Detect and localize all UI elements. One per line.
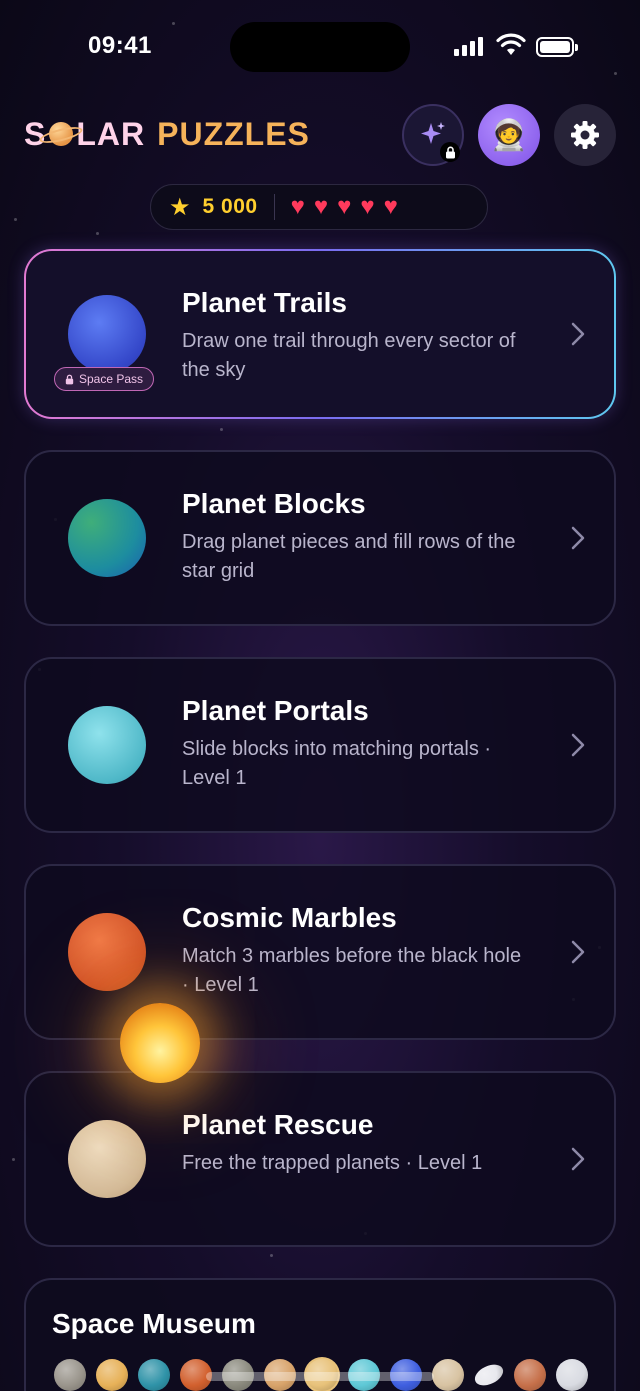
logo-word-puzzles: PUZZLES: [157, 115, 310, 152]
space-pass-badge: Space Pass: [54, 367, 155, 391]
settings-button[interactable]: [554, 104, 616, 166]
museum-planet-icon[interactable]: [54, 1359, 86, 1391]
divider: [273, 194, 275, 220]
sun-glow-icon: [120, 1003, 200, 1083]
game-title: Planet Portals: [182, 695, 369, 726]
lock-icon: [65, 374, 74, 384]
museum-planet-icon[interactable]: [138, 1359, 170, 1391]
star-icon: ★: [169, 193, 191, 221]
planet-cyan-icon: [68, 706, 146, 784]
planet-beige-icon: [68, 1120, 146, 1198]
wifi-icon: [496, 33, 526, 55]
museum-planet-icon[interactable]: [556, 1359, 588, 1391]
chevron-right-icon: [571, 733, 585, 757]
game-description: Match 3 marbles before the black hole · …: [182, 945, 522, 996]
sparkle-button[interactable]: [402, 104, 464, 166]
game-card-cosmic-marbles[interactable]: Cosmic Marbles Match 3 marbles before th…: [24, 864, 616, 1040]
logo-word-solar: LAR: [76, 115, 146, 152]
lives-hearts: ♥ ♥ ♥ ♥ ♥: [291, 195, 398, 219]
chevron-right-icon: [571, 526, 585, 550]
game-card-planet-portals[interactable]: Planet Portals Slide blocks into matchin…: [24, 657, 616, 833]
chevron-right-icon: [571, 940, 585, 964]
home-indicator[interactable]: [206, 1372, 434, 1381]
heart-icon: ♥: [290, 193, 305, 220]
status-bar: 09:41: [0, 0, 640, 90]
heart-icon: ♥: [360, 193, 375, 220]
game-title: Planet Trails: [182, 287, 347, 318]
museum-title: Space Museum: [52, 1308, 256, 1339]
museum-planet-icon[interactable]: [514, 1359, 546, 1391]
planet-blue-icon: [68, 295, 146, 373]
game-description: Free the trapped planets · Level 1: [182, 1152, 483, 1174]
badge-label: Space Pass: [79, 372, 144, 386]
astronaut-avatar: 🧑‍🚀: [490, 118, 528, 152]
museum-planet-icon[interactable]: [432, 1359, 464, 1391]
planet-green-icon: [68, 499, 146, 577]
profile-avatar-button[interactable]: 🧑‍🚀: [478, 104, 540, 166]
game-title: Planet Blocks: [182, 488, 366, 519]
signal-icon: [454, 36, 483, 56]
heart-icon: ♥: [337, 193, 352, 220]
dynamic-island: [230, 22, 410, 72]
heart-icon: ♥: [383, 193, 398, 220]
status-time: 09:41: [88, 32, 152, 59]
game-description: Draw one trail through every sector of t…: [182, 330, 516, 381]
heart-icon: ♥: [313, 193, 329, 220]
gear-icon: [571, 121, 599, 149]
game-card-planet-rescue[interactable]: Planet Rescue Free the trapped planets ·…: [24, 1071, 616, 1247]
museum-planet-icon[interactable]: [96, 1359, 128, 1391]
lock-icon: [440, 142, 460, 162]
stats-bar: ★ 5 000 ♥ ♥ ♥ ♥ ♥: [150, 184, 488, 230]
chevron-right-icon: [571, 1147, 585, 1171]
game-title: Planet Rescue: [182, 1109, 374, 1140]
game-card-planet-trails[interactable]: Space Pass Planet Trails Draw one trail …: [24, 249, 616, 419]
museum-planet-icon[interactable]: [471, 1360, 507, 1390]
coins-count: 5 000: [202, 195, 258, 218]
logo-letter: S: [24, 115, 47, 152]
game-title: Cosmic Marbles: [182, 902, 397, 933]
game-description: Slide blocks into matching portals · Lev…: [182, 738, 492, 789]
saturn-logo-icon: [38, 120, 85, 148]
game-description: Drag planet pieces and fill rows of the …: [182, 531, 516, 582]
planet-red-icon: [68, 913, 146, 991]
app-logo: S LAR PUZZLES: [24, 112, 310, 156]
battery-icon: [536, 37, 578, 57]
chevron-right-icon: [571, 322, 585, 346]
game-card-planet-blocks[interactable]: Planet Blocks Drag planet pieces and fil…: [24, 450, 616, 626]
